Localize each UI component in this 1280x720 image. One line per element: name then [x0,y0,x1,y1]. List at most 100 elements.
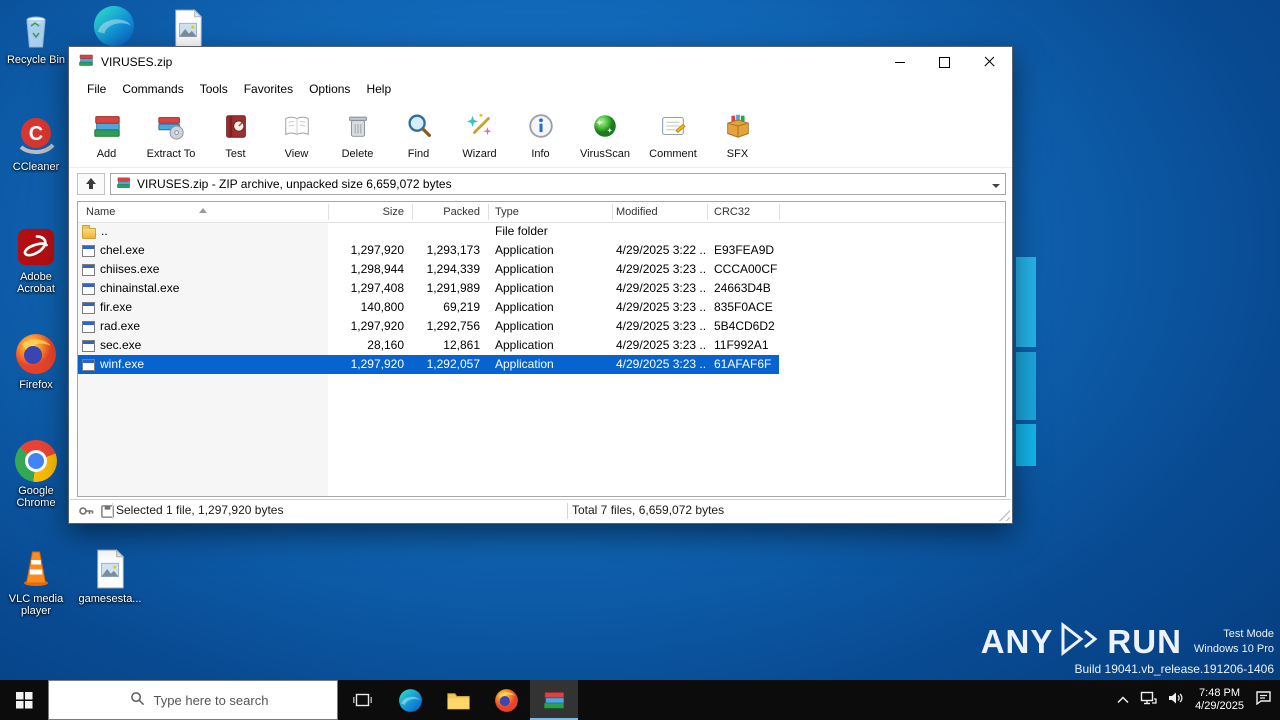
column-divider [779,204,780,220]
file-row-parent[interactable]: .. File folder [78,222,1005,241]
file-list: Name Size Packed Type Modified CRC32 .. [77,201,1006,497]
taskbar-firefox-button[interactable] [482,680,530,720]
desktop-icon-firefox[interactable]: Firefox [2,330,70,391]
menu-help[interactable]: Help [358,79,399,99]
window-title: VIRUSES.zip [101,55,173,69]
archive-icon [116,175,131,193]
desktop: Recycle Bin C CCleaner Adobe Acrobat Fir… [0,0,1280,720]
extract-to-icon [156,111,186,146]
add-button[interactable]: Add [77,106,136,164]
file-row[interactable]: chinainstal.exe 1,297,408 1,291,989 Appl… [78,279,1005,298]
delete-button[interactable]: Delete [328,106,387,164]
taskbar-winrar-button[interactable] [530,680,578,720]
os-label: Windows 10 Pro [1193,642,1274,655]
desktop-icon-edge[interactable] [86,2,142,48]
column-divider [612,204,613,220]
clock-time: 7:48 PM [1199,687,1241,699]
wallpaper-accent [1016,257,1036,347]
view-button[interactable]: View [267,106,326,164]
desktop-icon-ccleaner[interactable]: C CCleaner [2,112,70,173]
desktop-icon-google-chrome[interactable]: Google Chrome [2,436,70,509]
wallpaper-accent [1016,424,1036,466]
clock-date: 4/29/2025 [1195,700,1244,712]
extract-to-button[interactable]: Extract To [138,106,204,164]
menu-commands[interactable]: Commands [114,79,191,99]
status-selected: Selected 1 file, 1,297,920 bytes [116,503,284,517]
menu-favorites[interactable]: Favorites [236,79,301,99]
taskbar-file-explorer-button[interactable] [434,680,482,720]
minimize-button[interactable] [877,47,922,77]
folder-up-icon [82,224,96,239]
virusscan-button[interactable]: VirusScan [572,106,638,164]
menu-file[interactable]: File [79,79,114,99]
start-button[interactable] [0,680,48,720]
svg-text:C: C [29,123,43,145]
resize-grip[interactable] [998,509,1010,521]
add-icon [92,111,122,146]
desktop-icon-gamesesta[interactable]: gamesesta... [76,544,144,605]
comment-icon [658,111,688,146]
sfx-button[interactable]: SFX [708,106,767,164]
file-row[interactable]: chel.exe 1,297,920 1,293,173 Application… [78,241,1005,260]
close-button[interactable] [967,47,1012,77]
column-divider [488,204,489,220]
image-file-icon [76,544,144,590]
application-icon [82,339,95,352]
comment-button[interactable]: Comment [640,106,706,164]
taskbar-clock[interactable]: 7:48 PM 4/29/2025 [1195,687,1244,713]
search-placeholder: Type here to search [153,692,269,708]
task-view-button[interactable] [338,680,386,720]
column-header-crc32[interactable]: CRC32 [714,202,750,222]
volume-icon[interactable] [1168,691,1184,710]
sfx-icon [723,111,753,146]
desktop-icon-image-file[interactable] [160,4,216,50]
file-row-selected[interactable]: winf.exe 1,297,920 1,292,057 Application… [78,355,779,374]
file-row[interactable]: fir.exe 140,800 69,219 Application 4/29/… [78,298,1005,317]
title-bar[interactable]: VIRUSES.zip [69,47,1012,77]
application-icon [82,282,95,295]
file-rows: .. File folder chel.exe 1,297,920 1,293,… [78,222,1005,374]
action-center-icon[interactable] [1255,690,1272,710]
column-header-modified[interactable]: Modified [616,202,658,222]
desktop-icon-recycle-bin[interactable]: Recycle Bin [2,5,70,66]
find-button[interactable]: Find [389,106,448,164]
adobe-acrobat-icon [2,222,70,268]
winrar-window: VIRUSES.zip File Commands Tools Favorite… [68,46,1013,524]
column-header-type[interactable]: Type [495,202,519,222]
ccleaner-icon: C [2,112,70,158]
chrome-icon [2,436,70,482]
column-header-name[interactable]: Name [86,202,115,222]
desktop-icon-vlc[interactable]: VLC media player [2,544,70,617]
desktop-icon-adobe-acrobat[interactable]: Adobe Acrobat [2,222,70,295]
column-header-packed[interactable]: Packed [412,202,488,222]
info-icon [526,111,556,146]
test-button[interactable]: Test [206,106,265,164]
column-header-size[interactable]: Size [328,202,412,222]
file-row[interactable]: chiises.exe 1,298,944 1,294,339 Applicat… [78,260,1005,279]
search-icon [130,691,145,709]
network-icon[interactable] [1140,691,1157,710]
file-row[interactable]: rad.exe 1,297,920 1,292,756 Application … [78,317,1005,336]
image-file-icon [160,4,216,50]
find-icon [404,111,434,146]
wallpaper-accent [1016,352,1036,420]
test-mode-label: Test Mode [1223,627,1274,640]
wizard-button[interactable]: Wizard [450,106,509,164]
application-icon [82,244,95,257]
view-icon [282,111,312,146]
taskbar-search-box[interactable]: Type here to search [48,680,338,720]
maximize-button[interactable] [922,47,967,77]
archive-path-combo[interactable]: VIRUSES.zip - ZIP archive, unpacked size… [110,173,1006,195]
sort-ascending-icon [199,204,207,213]
taskbar-edge-button[interactable] [386,680,434,720]
file-row[interactable]: sec.exe 28,160 12,861 Application 4/29/2… [78,336,1005,355]
chevron-up-icon[interactable] [1117,691,1129,709]
info-button[interactable]: Info [511,106,570,164]
application-icon [82,358,95,371]
up-one-level-button[interactable] [77,173,105,195]
menu-tools[interactable]: Tools [192,79,236,99]
chevron-down-icon[interactable] [992,183,1000,192]
status-total: Total 7 files, 6,659,072 bytes [572,503,725,517]
system-tray: 7:48 PM 4/29/2025 [1109,680,1280,720]
menu-options[interactable]: Options [301,79,358,99]
